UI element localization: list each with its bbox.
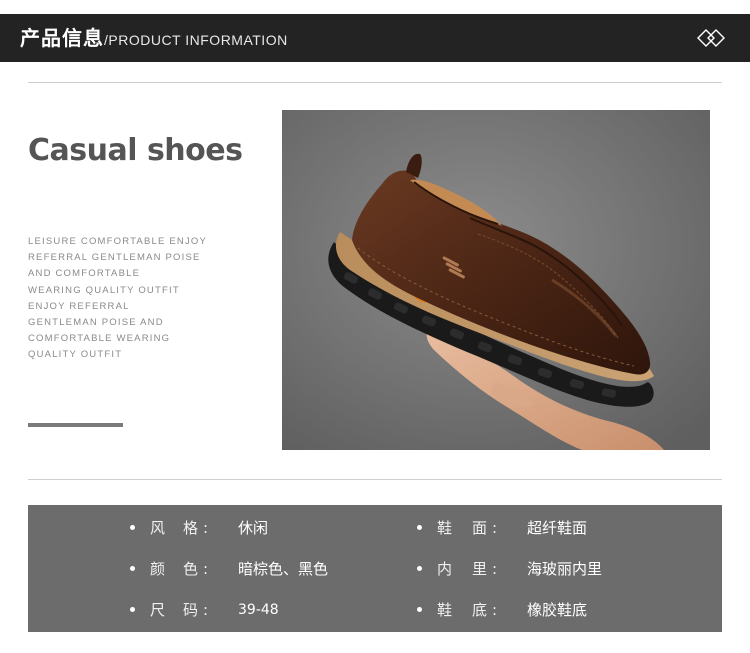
spec-label-char: 鞋 — [437, 601, 453, 619]
spec-label-char: 色 — [183, 560, 199, 578]
spec-colon: : — [492, 601, 498, 619]
spec-label-char: 鞋 — [437, 519, 453, 537]
header-title-cn: 产品信息 — [20, 26, 104, 50]
spec-label-char: 底 — [472, 601, 488, 619]
spec-colon: : — [203, 560, 209, 578]
hero-line: COMFORTABLE WEARING — [28, 333, 171, 345]
header-bar: 产品信息/PRODUCT INFORMATION — [0, 14, 750, 62]
spec-value: 海玻丽内里 — [527, 560, 603, 578]
specs-panel: 风 格 : 休闲 鞋 面 : 超纤鞋面 颜 色 : 暗棕色、黑色 内 里 : 海… — [28, 505, 722, 632]
spec-value: 橡胶鞋底 — [527, 601, 588, 619]
bullet-dot — [417, 607, 422, 612]
hero-line: REFERRAL GENTLEMAN POISE — [28, 252, 201, 264]
spec-label-char: 里 — [472, 560, 488, 578]
hero-line: ENJOY REFERRAL — [28, 300, 130, 312]
top-divider — [28, 82, 722, 83]
double-diamond-icon — [697, 29, 725, 47]
shoe-illustration — [282, 110, 710, 450]
hero-line: GENTLEMAN POISE AND — [28, 317, 164, 329]
bullet-dot — [130, 566, 135, 571]
spec-value: 39-48 — [238, 602, 279, 618]
bullet-dot — [130, 525, 135, 530]
spec-colon: : — [492, 519, 498, 537]
spec-label-char: 内 — [437, 560, 453, 578]
spec-label-char: 尺 — [150, 601, 166, 619]
spec-colon: : — [492, 560, 498, 578]
spec-label-char: 格 — [183, 519, 199, 537]
spec-value: 休闲 — [238, 519, 269, 537]
spec-label-char: 码 — [183, 601, 199, 619]
hero-line: AND COMFORTABLE — [28, 268, 141, 280]
header-title: 产品信息/PRODUCT INFORMATION — [20, 14, 288, 62]
spec-value: 超纤鞋面 — [527, 519, 588, 537]
bullet-dot — [417, 525, 422, 530]
product-photo — [282, 110, 710, 450]
hero-line: LEISURE COMFORTABLE ENJOY — [28, 236, 208, 247]
accent-bar — [28, 423, 123, 427]
spec-colon: : — [203, 601, 209, 619]
hero-line: WEARING QUALITY OUTFIT — [28, 284, 180, 296]
hero-description: LEISURE COMFORTABLE ENJOY REFERRAL GENTL… — [28, 234, 207, 364]
spec-colon: : — [203, 519, 209, 537]
bottom-divider — [28, 479, 722, 480]
header-title-en: /PRODUCT INFORMATION — [104, 32, 288, 48]
hero-line: QUALITY OUTFIT — [28, 349, 123, 361]
spec-label-char: 面 — [472, 519, 488, 537]
spec-value: 暗棕色、黑色 — [238, 560, 329, 578]
spec-label-char: 风 — [150, 519, 166, 537]
bullet-dot — [130, 607, 135, 612]
bullet-dot — [417, 566, 422, 571]
spec-label-char: 颜 — [150, 560, 166, 578]
hero-title: Casual shoes — [28, 133, 243, 168]
